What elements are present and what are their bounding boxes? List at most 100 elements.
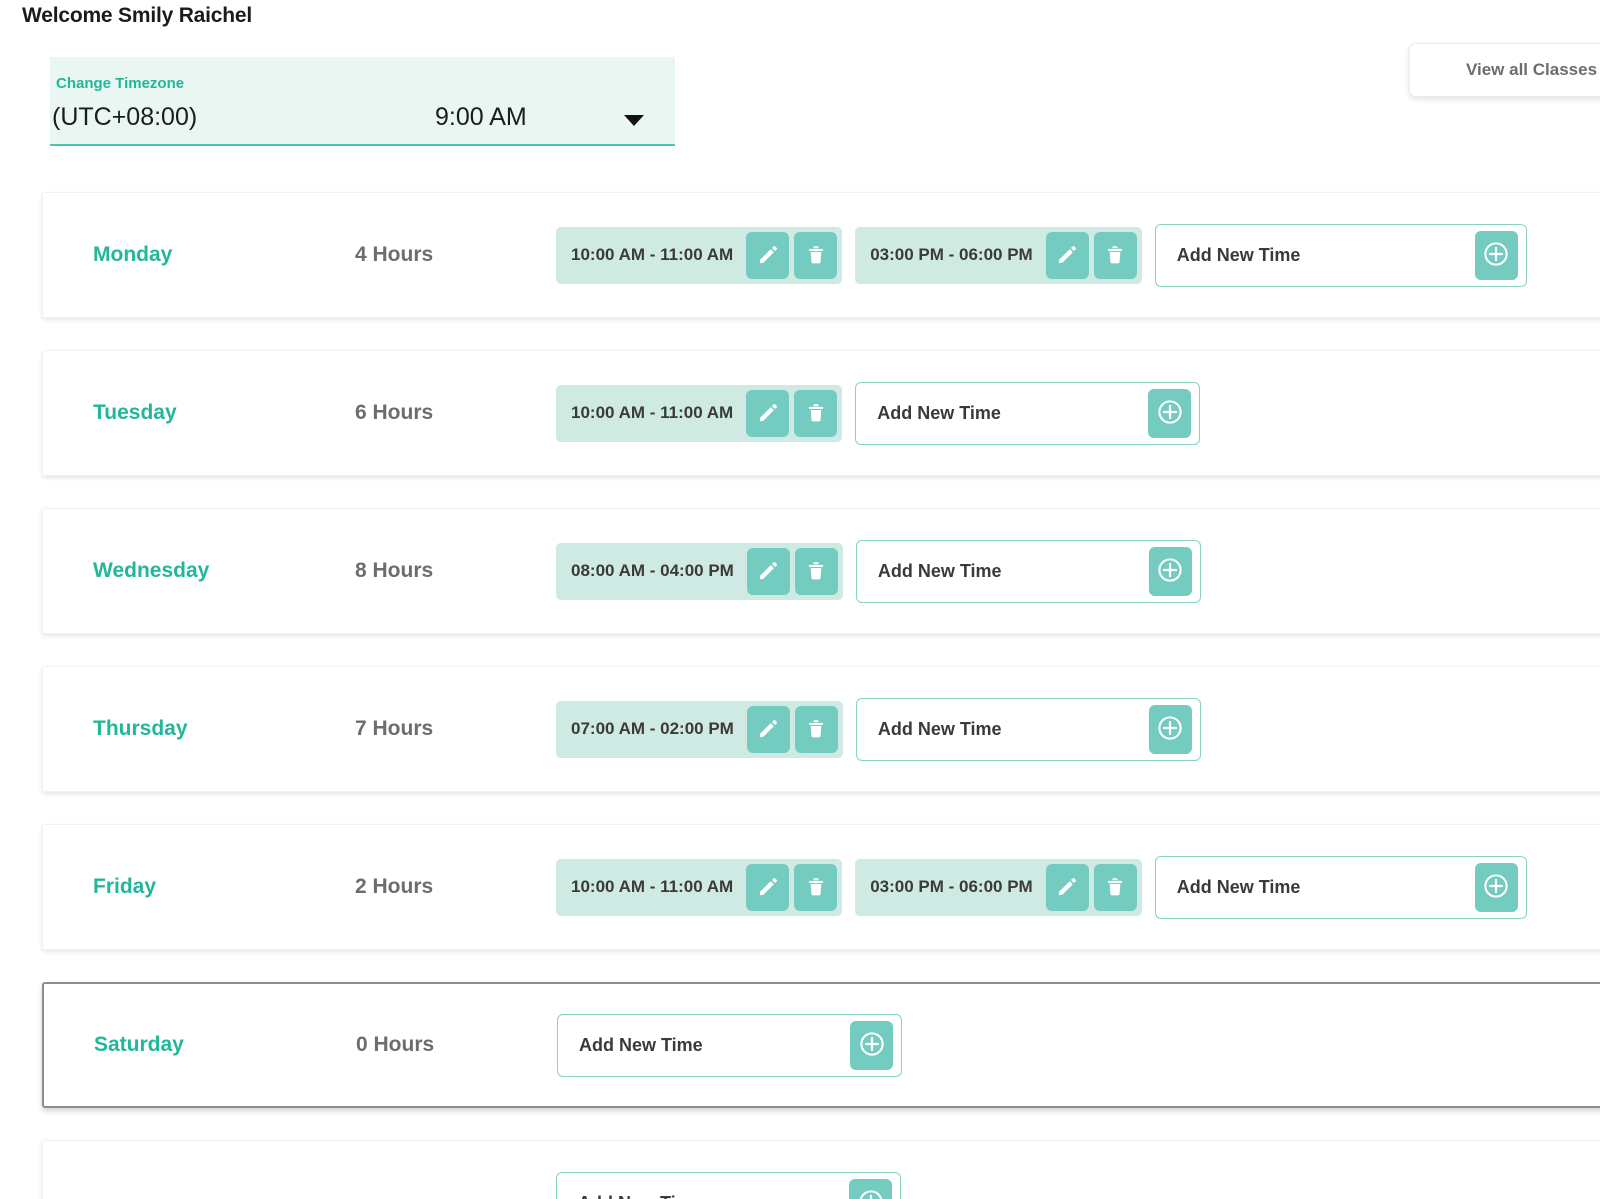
edit-time-button[interactable] — [746, 389, 790, 437]
time-slot-actions — [1045, 231, 1137, 279]
timezone-value: (UTC+08:00) — [52, 103, 198, 131]
circle-plus-icon — [1156, 398, 1184, 429]
day-row[interactable]: Thursday 7 Hours 07:00 AM - 02:00 PM Add Ne… — [42, 666, 1600, 792]
add-new-time-field[interactable]: Add New Time — [556, 1171, 901, 1199]
time-slot-chip: 10:00 AM - 11:00 AM — [556, 226, 843, 284]
pencil-icon — [757, 402, 779, 424]
time-slot-group: 10:00 AM - 11:00 AM 03:00 PM - 06:00 PM Ad… — [556, 855, 1527, 919]
change-timezone-select[interactable]: Change Timezone (UTC+08:00) 9:00 AM — [50, 57, 675, 146]
trash-icon — [806, 402, 826, 424]
view-all-classes-button[interactable]: View all Classes — [1409, 43, 1600, 97]
add-new-time-button[interactable] — [849, 1178, 892, 1199]
day-name-label: Wednesday — [93, 559, 210, 582]
trash-icon — [806, 560, 826, 582]
time-slot-chip: 03:00 PM - 06:00 PM — [855, 858, 1142, 916]
delete-time-button[interactable] — [794, 231, 838, 279]
day-row[interactable]: Friday 2 Hours 10:00 AM - 11:00 AM 03:00 PM… — [42, 824, 1600, 950]
delete-time-button[interactable] — [794, 389, 838, 437]
day-name-label: Thursday — [93, 717, 188, 740]
day-rows-list: Monday 4 Hours 10:00 AM - 11:00 AM 03:00 PM… — [0, 192, 1600, 1199]
trash-icon — [806, 876, 826, 898]
circle-plus-icon — [1156, 556, 1184, 587]
delete-time-button[interactable] — [794, 863, 838, 911]
edit-time-button[interactable] — [746, 863, 790, 911]
pencil-icon — [1056, 244, 1078, 266]
add-new-time-label: Add New Time — [1176, 876, 1301, 897]
delete-time-button[interactable] — [794, 547, 838, 595]
time-slot-text: 10:00 AM - 11:00 AM — [571, 403, 734, 422]
delete-time-button[interactable] — [794, 705, 838, 753]
availability-page: Welcome Smily Raichel View all Classes C… — [0, 0, 1600, 1199]
pencil-icon — [1056, 876, 1078, 898]
add-new-time-label: Add New Time — [1176, 244, 1301, 265]
pencil-icon — [757, 560, 779, 582]
chevron-down-icon — [624, 115, 644, 126]
circle-plus-icon — [1482, 872, 1510, 903]
add-new-time-button[interactable] — [1474, 862, 1518, 912]
add-new-time-field[interactable]: Add New Time — [1154, 855, 1527, 919]
add-new-time-field[interactable]: Add New Time — [557, 1013, 902, 1077]
time-slot-chip: 03:00 PM - 06:00 PM — [855, 226, 1142, 284]
add-new-time-label: Add New Time — [877, 560, 1002, 581]
time-slot-group: 10:00 AM - 11:00 AM 03:00 PM - 06:00 PM Ad… — [556, 223, 1527, 287]
day-hours-label: 2 Hours — [355, 875, 434, 898]
edit-time-button[interactable] — [746, 231, 790, 279]
view-all-classes-label: View all Classes — [1465, 60, 1598, 79]
day-name-label: Tuesday — [93, 401, 177, 424]
add-new-time-label: Add New Time — [579, 1034, 703, 1055]
time-slot-text: 08:00 AM - 04:00 PM — [571, 561, 734, 580]
circle-plus-icon — [858, 1030, 886, 1061]
time-slot-chip: 08:00 AM - 04:00 PM — [556, 542, 843, 600]
add-new-time-label: Add New Time — [877, 718, 1002, 739]
day-name-label: Monday — [93, 243, 173, 266]
time-slot-actions — [746, 231, 838, 279]
time-slot-chip: 10:00 AM - 11:00 AM — [556, 858, 843, 916]
day-row[interactable]: Wednesday 8 Hours 08:00 AM - 04:00 PM Add N… — [42, 508, 1600, 634]
time-slot-text: 10:00 AM - 11:00 AM — [571, 245, 734, 264]
pencil-icon — [757, 718, 779, 740]
day-name-label: Friday — [93, 875, 157, 898]
day-row[interactable]: Add New Time — [42, 1140, 1600, 1199]
time-slot-text: 03:00 PM - 06:00 PM — [870, 877, 1033, 896]
time-slot-actions — [746, 389, 838, 437]
add-new-time-field[interactable]: Add New Time — [855, 381, 1201, 445]
delete-time-button[interactable] — [1093, 231, 1137, 279]
time-slot-group: 08:00 AM - 04:00 PM Add New Time — [556, 539, 1201, 603]
circle-plus-icon — [1482, 240, 1510, 271]
time-slot-actions — [746, 705, 838, 753]
day-hours-label: 8 Hours — [355, 559, 434, 582]
day-row[interactable]: Tuesday 6 Hours 10:00 AM - 11:00 AM Add New… — [42, 350, 1600, 476]
trash-icon — [806, 718, 826, 740]
day-row[interactable]: Monday 4 Hours 10:00 AM - 11:00 AM 03:00 PM… — [42, 192, 1600, 318]
time-slot-chip: 07:00 AM - 02:00 PM — [556, 700, 843, 758]
trash-icon — [806, 244, 826, 266]
edit-time-button[interactable] — [1045, 863, 1089, 911]
add-new-time-field[interactable]: Add New Time — [855, 539, 1201, 603]
add-new-time-button[interactable] — [850, 1020, 893, 1070]
trash-icon — [1105, 876, 1125, 898]
day-row[interactable]: Saturday 0 Hours Add New Time — [42, 982, 1600, 1108]
edit-time-button[interactable] — [746, 705, 790, 753]
delete-time-button[interactable] — [1093, 863, 1137, 911]
time-slot-actions — [746, 547, 838, 595]
edit-time-button[interactable] — [1045, 231, 1089, 279]
add-new-time-button[interactable] — [1148, 546, 1192, 596]
pencil-icon — [757, 876, 779, 898]
circle-plus-icon — [857, 1188, 885, 1199]
add-new-time-label: Add New Time — [578, 1193, 702, 1199]
add-new-time-button[interactable] — [1148, 388, 1192, 438]
time-slot-actions — [746, 863, 838, 911]
add-new-time-field[interactable]: Add New Time — [855, 697, 1201, 761]
edit-time-button[interactable] — [746, 547, 790, 595]
add-new-time-button[interactable] — [1474, 230, 1518, 280]
page-title: Welcome Smily Raichel — [22, 4, 253, 27]
time-slot-chip: 10:00 AM - 11:00 AM — [556, 384, 843, 442]
day-hours-label: 6 Hours — [355, 401, 434, 424]
time-slot-text: 07:00 AM - 02:00 PM — [571, 719, 734, 738]
time-slot-text: 03:00 PM - 06:00 PM — [870, 245, 1033, 264]
time-slot-group: 10:00 AM - 11:00 AM Add New Time — [556, 381, 1201, 445]
time-slot-text: 10:00 AM - 11:00 AM — [571, 877, 734, 896]
time-slot-group: 07:00 AM - 02:00 PM Add New Time — [556, 697, 1201, 761]
add-new-time-field[interactable]: Add New Time — [1154, 223, 1527, 287]
add-new-time-button[interactable] — [1148, 704, 1192, 754]
